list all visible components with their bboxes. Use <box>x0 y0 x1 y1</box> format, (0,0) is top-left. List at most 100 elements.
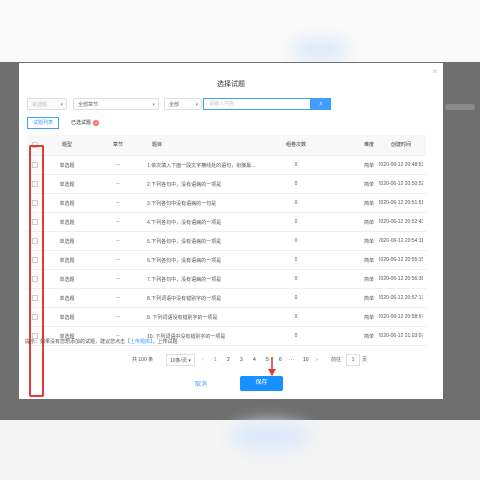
goto-page-input[interactable]: 1 <box>346 354 360 366</box>
save-button[interactable]: 保存 <box>240 376 283 391</box>
select-questions-dialog: 选择试题 × 单选题 ▾ 全部章节 ▾ 全部 ▾ 请输入内容 ⌕ 试题列表 已选… <box>19 63 443 399</box>
cell-question: 2.下列各句中，没有语病的一项是 <box>147 181 222 188</box>
cell-count: 0 <box>294 333 298 339</box>
difficulty-value: 全部 <box>169 102 180 108</box>
cell-count: 0 <box>294 276 298 282</box>
cell-difficulty: 简单 <box>363 333 374 340</box>
questions-table: 题型 章节 题目 组卷次数 难度 创建时间 单选题 -- 1.依次填入下面一段文字横… <box>27 135 426 346</box>
cell-type: 单选题 <box>59 181 75 188</box>
selected-count-badge: 0 <box>93 119 100 126</box>
cell-count: 0 <box>294 219 298 225</box>
tab-question-list[interactable]: 试题列表 <box>27 117 59 129</box>
cell-created: 2020-06-12 20:50:52 <box>379 181 423 187</box>
cell-created: 2020-06-12 21:03:07 <box>379 333 423 339</box>
page-2[interactable]: 2 <box>227 354 230 366</box>
cell-created: 2020-06-12 20:48:53 <box>379 162 423 168</box>
question-type-value: 单选题 <box>32 102 48 108</box>
cell-count: 0 <box>294 314 298 320</box>
page-background-top <box>0 0 480 62</box>
background-toolbar <box>445 104 475 110</box>
upload-bank-link[interactable]: 【上传题库】 <box>125 339 153 345</box>
cell-difficulty: 简单 <box>363 200 374 207</box>
upload-tip: 提示：如果没有您想添加的试题，建议您点击【上传题库】，上传试题 <box>25 338 178 345</box>
cell-count: 0 <box>294 295 298 301</box>
page-4[interactable]: 4 <box>253 354 256 366</box>
table-row[interactable]: 单选题 -- 1.依次填入下面一段文字横线处的语句，衔接最... 0 简单 2020-06… <box>27 156 426 175</box>
tip-suffix: ，上传试题 <box>152 339 178 345</box>
cell-type: 单选题 <box>59 276 75 283</box>
table-row[interactable]: 单选题 -- 7.下列各句中，没有语病的一项是 0 简单 2020-06-12 20:56… <box>27 270 426 289</box>
page-6[interactable]: 6 <box>279 354 282 366</box>
cell-created: 2020-06-12 20:56:38 <box>379 276 423 282</box>
cell-created: 2020-06-12 20:55:15 <box>379 257 423 263</box>
page-10[interactable]: 10 <box>303 354 309 366</box>
cell-question: 8.下列词语中没有错别字的一项是 <box>147 295 222 302</box>
cell-created: 2020-06-12 20:54:11 <box>379 238 423 244</box>
tip-prefix: 提示：如果没有您想添加的试题，建议您点击 <box>25 339 126 345</box>
chapter-select[interactable]: 全部章节 ▾ <box>73 98 159 110</box>
cell-chapter: -- <box>116 295 120 301</box>
search-button[interactable]: ⌕ <box>311 98 331 110</box>
cell-count: 0 <box>294 162 298 168</box>
cell-created: 2020-06-12 20:57:17 <box>379 295 423 301</box>
prev-page-button[interactable]: ‹ <box>202 354 204 366</box>
cell-type: 单选题 <box>59 238 75 245</box>
question-type-select[interactable]: 单选题 ▾ <box>27 98 67 110</box>
cell-count: 0 <box>294 200 298 206</box>
cell-difficulty: 简单 <box>363 295 374 302</box>
cell-created: 2020-06-12 20:52:43 <box>379 219 423 225</box>
header-chapter: 章节 <box>112 142 123 148</box>
page-ellipsis[interactable]: ··· <box>289 354 294 366</box>
cell-difficulty: 简单 <box>363 238 374 245</box>
difficulty-select[interactable]: 全部 ▾ <box>164 98 202 110</box>
goto-suffix: 页 <box>362 357 368 363</box>
header-type: 题型 <box>61 142 72 148</box>
cancel-button[interactable]: 取消 <box>195 379 207 388</box>
background-blur <box>290 38 350 62</box>
page-background-bottom <box>0 420 480 480</box>
cell-type: 单选题 <box>59 200 75 207</box>
next-page-button[interactable]: › <box>316 354 318 366</box>
table-row[interactable]: 单选题 -- 2.下列各句中，没有语病的一项是 0 简单 2020-06-12 20:50… <box>27 175 426 194</box>
page-size-select[interactable]: 10条/页 ▾ <box>166 354 195 366</box>
chevron-down-icon: ▾ <box>195 102 198 108</box>
table-row[interactable]: 单选题 -- 6.下列各句中，没有语病的一项是 0 简单 2020-06-12 20:55… <box>27 251 426 270</box>
tab-selected-label: 已选试题 <box>71 120 92 126</box>
cell-difficulty: 简单 <box>363 162 374 169</box>
cell-chapter: -- <box>116 276 120 282</box>
tab-selected-questions[interactable]: 已选试题 0 <box>71 117 100 129</box>
table-body: 单选题 -- 1.依次填入下面一段文字横线处的语句，衔接最... 0 简单 2020-06… <box>27 156 426 346</box>
cell-difficulty: 简单 <box>363 181 374 188</box>
search-input[interactable]: 请输入内容 <box>203 98 311 110</box>
cell-type: 单选题 <box>59 162 75 169</box>
cell-chapter: -- <box>116 257 120 263</box>
cell-question: 4.下列各句中，没有语病的一项是 <box>147 219 222 226</box>
chevron-down-icon: ▾ <box>152 102 155 108</box>
cell-type: 单选题 <box>59 314 75 321</box>
page-size-value: 10条/页 <box>170 358 187 364</box>
cell-type: 单选题 <box>59 295 75 302</box>
close-icon[interactable]: × <box>432 67 437 76</box>
cell-difficulty: 简单 <box>363 219 374 226</box>
table-header: 题型 章节 题目 组卷次数 难度 创建时间 <box>27 135 426 156</box>
table-row[interactable]: 单选题 -- 5.下列各句中，没有语病的一项是 0 简单 2020-06-12 20:54… <box>27 232 426 251</box>
cell-question: 9. 下列词语没有错别字的一项是 <box>147 314 218 321</box>
chevron-down-icon: ▾ <box>60 102 63 108</box>
cell-difficulty: 简单 <box>363 314 374 321</box>
table-row[interactable]: 单选题 -- 4.下列各句中，没有语病的一项是 0 简单 2020-06-12 20:52… <box>27 213 426 232</box>
background-blur <box>230 422 310 450</box>
cell-count: 0 <box>294 257 298 263</box>
cell-type: 单选题 <box>59 219 75 226</box>
cell-question: 5.下列各句中，没有语病的一项是 <box>147 238 222 245</box>
cell-count: 0 <box>294 238 298 244</box>
cell-chapter: -- <box>116 200 120 206</box>
cell-chapter: -- <box>116 181 120 187</box>
page-1[interactable]: 1 <box>214 354 217 366</box>
table-row[interactable]: 单选题 -- 9. 下列词语没有错别字的一项是 0 简单 2020-06-12 20:58… <box>27 308 426 327</box>
page-3[interactable]: 3 <box>240 354 243 366</box>
cell-chapter: -- <box>116 162 120 168</box>
table-row[interactable]: 单选题 -- 8.下列词语中没有错别字的一项是 0 简单 2020-06-12 20:57… <box>27 289 426 308</box>
table-row[interactable]: 单选题 -- 3.下列各句中没有语病的一句是 0 简单 2020-06-12 20:51:… <box>27 194 426 213</box>
cell-chapter: -- <box>116 314 120 320</box>
cell-type: 单选题 <box>59 257 75 264</box>
